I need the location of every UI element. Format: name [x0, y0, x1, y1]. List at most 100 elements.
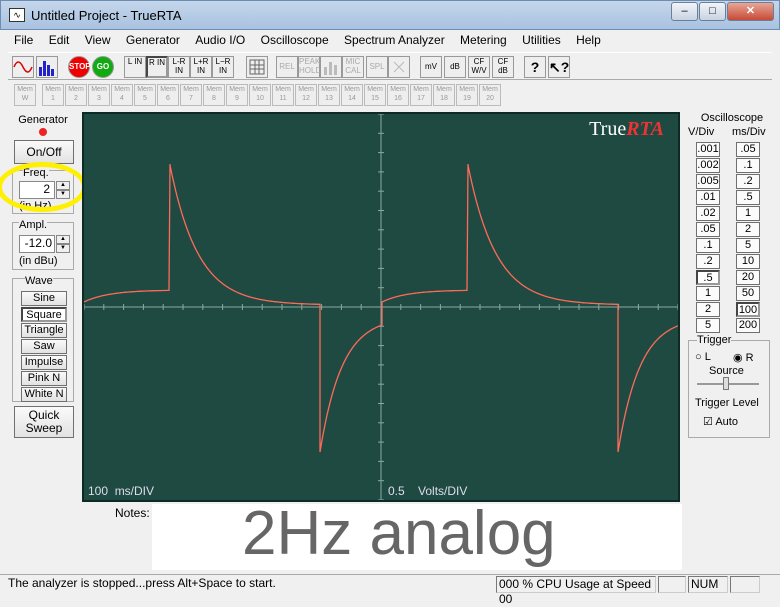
msdiv-.5-button[interactable]: .5	[736, 190, 760, 205]
help-button[interactable]: ?	[524, 56, 546, 78]
menu-metering[interactable]: Metering	[454, 30, 513, 50]
l-minus-r-input-button[interactable]: L−R IN	[212, 56, 234, 78]
stop-button[interactable]: STOP	[68, 56, 91, 78]
minimize-button[interactable]: –	[671, 2, 698, 21]
mem-slot-1-button[interactable]: Mem 1	[42, 84, 64, 106]
menu-spectrum-analyzer[interactable]: Spectrum Analyzer	[338, 30, 451, 50]
wave-square-button[interactable]: Square	[21, 307, 67, 322]
menu-generator[interactable]: Generator	[120, 30, 186, 50]
mem-slot-6-button[interactable]: Mem 6	[157, 84, 179, 106]
cf-db-button[interactable]: CF dB	[492, 56, 514, 78]
menu-oscilloscope[interactable]: Oscilloscope	[255, 30, 335, 50]
trigger-right-radio[interactable]: ◉ R	[733, 351, 754, 364]
mem-slot-7-button[interactable]: Mem 7	[180, 84, 202, 106]
msdiv-.2-button[interactable]: .2	[736, 174, 760, 189]
mem-slot-19-button[interactable]: Mem 19	[456, 84, 478, 106]
l-plus-r-input-button[interactable]: L+R IN	[190, 56, 212, 78]
go-button[interactable]: GO	[92, 56, 114, 78]
mem-slot-9-button[interactable]: Mem 9	[226, 84, 248, 106]
msdiv-.1-button[interactable]: .1	[736, 158, 760, 173]
notes-field[interactable]: 2Hz analog	[152, 499, 682, 570]
msdiv-.05-button[interactable]: .05	[736, 142, 760, 157]
right-input-button[interactable]: R IN	[146, 56, 168, 78]
mem-slot-3-button[interactable]: Mem 3	[88, 84, 110, 106]
maximize-button[interactable]: □	[699, 2, 726, 21]
trigger-left-radio[interactable]: ○ L	[695, 351, 711, 363]
bar-level-button[interactable]	[320, 56, 342, 78]
msdiv-20-button[interactable]: 20	[736, 270, 760, 285]
bar-spectrum-icon	[39, 61, 54, 76]
mem-slot-5-button[interactable]: Mem 5	[134, 84, 156, 106]
mem-slot-4-button[interactable]: Mem 4	[111, 84, 133, 106]
mem-w-button[interactable]: Mem W	[14, 84, 36, 106]
grid-button[interactable]	[246, 56, 268, 78]
vdiv-5-button[interactable]: 5	[696, 318, 720, 333]
msdiv-1-button[interactable]: 1	[736, 206, 760, 221]
clear-button[interactable]	[388, 56, 410, 78]
vdiv-.001-button[interactable]: .001	[696, 142, 720, 157]
msdiv-10-button[interactable]: 10	[736, 254, 760, 269]
vdiv-.005-button[interactable]: .005	[696, 174, 720, 189]
mem-slot-17-button[interactable]: Mem 17	[410, 84, 432, 106]
wave-white-noise-button[interactable]: White N	[21, 387, 67, 402]
rel-button[interactable]: REL	[276, 56, 298, 78]
cf-wv-button[interactable]: CF W/V	[468, 56, 490, 78]
ampl-input[interactable]: -12.0	[19, 235, 55, 253]
wave-saw-button[interactable]: Saw	[21, 339, 67, 354]
close-button[interactable]: ✕	[727, 2, 774, 21]
mem-slot-10-button[interactable]: Mem 10	[249, 84, 271, 106]
msdiv-100-button[interactable]: 100	[736, 302, 760, 317]
mem-slot-20-button[interactable]: Mem 20	[479, 84, 501, 106]
menu-help[interactable]: Help	[570, 30, 607, 50]
trigger-level-thumb[interactable]	[723, 377, 729, 390]
vdiv-.002-button[interactable]: .002	[696, 158, 720, 173]
menu-file[interactable]: File	[8, 30, 39, 50]
mem-slot-2-button[interactable]: Mem 2	[65, 84, 87, 106]
wave-sine-button[interactable]: Sine	[21, 291, 67, 306]
mem-slot-12-button[interactable]: Mem 12	[295, 84, 317, 106]
wave-impulse-button[interactable]: Impulse	[21, 355, 67, 370]
menu-utilities[interactable]: Utilities	[516, 30, 567, 50]
menu-edit[interactable]: Edit	[43, 30, 76, 50]
peak-hold-button[interactable]: PEAK HOLD	[298, 56, 321, 78]
trigger-auto-checkbox[interactable]: ☑ Auto	[703, 415, 738, 428]
wave-triangle-button[interactable]: Triangle	[21, 323, 67, 338]
mem-slot-15-button[interactable]: Mem 15	[364, 84, 386, 106]
on-off-button[interactable]: On/Off	[14, 140, 74, 164]
mem-slot-11-button[interactable]: Mem 11	[272, 84, 294, 106]
trigger-auto-label: Auto	[715, 416, 738, 428]
msdiv-200-button[interactable]: 200	[736, 318, 760, 333]
mem-slot-14-button[interactable]: Mem 14	[341, 84, 363, 106]
vdiv-.2-button[interactable]: .2	[696, 254, 720, 269]
vdiv-.1-button[interactable]: .1	[696, 238, 720, 253]
mic-cal-button[interactable]: MIC CAL	[342, 56, 364, 78]
vdiv-.01-button[interactable]: .01	[696, 190, 720, 205]
mem-slot-8-button[interactable]: Mem 8	[203, 84, 225, 106]
vdiv-.5-button[interactable]: .5	[696, 270, 720, 285]
spl-button[interactable]: SPL	[366, 56, 388, 78]
vdiv-.02-button[interactable]: .02	[696, 206, 720, 221]
wave-pink-noise-button[interactable]: Pink N	[21, 371, 67, 386]
mem-slot-13-button[interactable]: Mem 13	[318, 84, 340, 106]
mem-slot-16-button[interactable]: Mem 16	[387, 84, 409, 106]
menu-view[interactable]: View	[79, 30, 117, 50]
vdiv-.05-button[interactable]: .05	[696, 222, 720, 237]
msdiv-5-button[interactable]: 5	[736, 238, 760, 253]
msdiv-50-button[interactable]: 50	[736, 286, 760, 301]
menu-audio-io[interactable]: Audio I/O	[189, 30, 251, 50]
spectrum-view-button[interactable]	[36, 56, 58, 78]
vdiv-1-button[interactable]: 1	[696, 286, 720, 301]
msdiv-2-button[interactable]: 2	[736, 222, 760, 237]
ampl-down-button[interactable]: ▼	[56, 244, 70, 253]
oscilloscope-view-button[interactable]	[12, 56, 34, 78]
db-button[interactable]: dB	[444, 56, 466, 78]
title-bar: ∿ Untitled Project - TrueRTA – □ ✕	[0, 0, 780, 30]
lr-input-button[interactable]: L-R IN	[168, 56, 190, 78]
left-input-button[interactable]: L IN	[124, 56, 146, 78]
quick-sweep-button[interactable]: Quick Sweep	[14, 406, 74, 438]
mem-slot-18-button[interactable]: Mem 18	[433, 84, 455, 106]
vdiv-2-button[interactable]: 2	[696, 302, 720, 317]
mv-button[interactable]: mV	[420, 56, 442, 78]
ampl-up-button[interactable]: ▲	[56, 235, 70, 244]
context-help-button[interactable]: ↖?	[548, 56, 570, 78]
